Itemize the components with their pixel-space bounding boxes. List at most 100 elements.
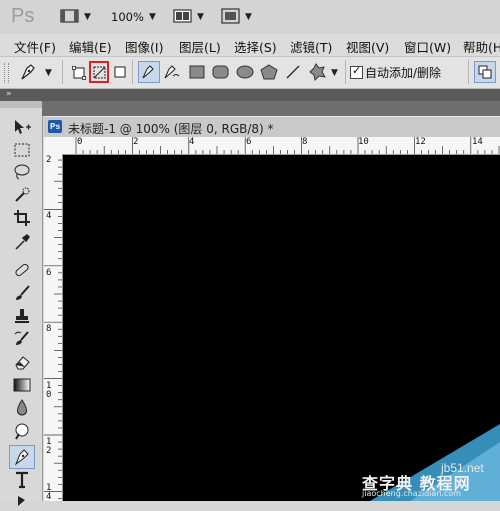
pen-mode-button[interactable] <box>138 61 160 83</box>
chevron-down-icon[interactable]: ▼ <box>149 12 156 22</box>
type-tool-icon <box>14 471 30 489</box>
pen-tool-icon <box>13 448 31 466</box>
path-selection-tool[interactable] <box>10 491 34 511</box>
chevron-down-icon[interactable]: ▼ <box>245 12 252 22</box>
ruler-label: 6 <box>246 137 252 147</box>
menu-help[interactable]: 帮助(H) <box>463 37 500 56</box>
dodge-tool[interactable] <box>10 421 34 441</box>
dodge-tool-icon <box>13 422 31 440</box>
crop-tool-icon <box>13 209 31 227</box>
ruler-label: 1 2 <box>46 437 52 456</box>
history-brush-icon <box>13 330 31 348</box>
auto-add-delete-checkbox[interactable]: ✓ <box>350 64 363 79</box>
history-brush-tool[interactable] <box>10 329 34 349</box>
chevron-down-icon[interactable]: ▼ <box>197 12 204 22</box>
chevron-down-icon[interactable]: ▼ <box>45 68 52 78</box>
toolbox-header[interactable] <box>0 101 42 108</box>
ruler-label: 10 <box>358 137 369 147</box>
chevron-down-icon[interactable]: ▼ <box>331 68 338 78</box>
clone-stamp-tool[interactable] <box>10 306 34 326</box>
chevron-down-icon[interactable]: ▼ <box>84 12 91 22</box>
eraser-tool-icon <box>13 353 31 371</box>
arrange-documents-icon <box>173 8 193 24</box>
shape-layers-icon <box>71 65 87 81</box>
quick-selection-tool-icon <box>13 186 31 204</box>
tool-options-bar: ▼ ▼ ✓ 自动添加/删除 <box>0 57 500 89</box>
paths-icon <box>92 65 107 80</box>
gradient-tool[interactable] <box>10 375 34 395</box>
polygon-shape-button[interactable] <box>260 64 278 80</box>
freeform-pen-icon <box>163 64 181 80</box>
arrange-documents-button[interactable] <box>173 8 193 24</box>
eyedropper-tool-icon <box>13 233 31 251</box>
ruler-label: 4 <box>46 211 52 221</box>
menu-layer[interactable]: 图层(L) <box>179 37 221 56</box>
spot-healing-brush-icon <box>13 261 31 279</box>
ruler-label: 4 <box>189 137 195 147</box>
freeform-pen-button[interactable] <box>163 64 181 80</box>
checkmark-icon: ✓ <box>352 64 362 77</box>
quick-selection-tool[interactable] <box>10 185 34 205</box>
spot-healing-brush-tool[interactable] <box>10 260 34 280</box>
options-grip[interactable] <box>4 63 9 83</box>
ellipse-icon <box>236 65 254 79</box>
ruler-label: 2 <box>46 155 52 165</box>
rectangle-icon <box>189 65 205 79</box>
crop-tool[interactable] <box>10 208 34 228</box>
fill-pixels-button[interactable] <box>113 65 127 79</box>
eraser-tool[interactable] <box>10 352 34 372</box>
rounded-rectangle-shape-button[interactable] <box>212 65 229 79</box>
ruler-label: 14 <box>472 137 483 147</box>
menu-bar: 文件(F) 编辑(E) 图像(I) 图层(L) 选择(S) 滤镜(T) 视图(V… <box>0 34 500 57</box>
auto-add-delete-label: 自动添加/删除 <box>365 66 442 80</box>
fill-pixels-icon <box>113 65 127 79</box>
document-mode-button[interactable] <box>60 8 80 24</box>
menu-select[interactable]: 选择(S) <box>234 37 277 56</box>
vertical-ruler[interactable]: 2 4 6 8 1 0 1 2 1 4 <box>44 154 63 501</box>
ruler-label: 12 <box>415 137 426 147</box>
tool-preset-picker[interactable] <box>18 62 40 82</box>
pen-tool[interactable] <box>9 445 35 469</box>
ruler-label: 0 <box>77 137 83 147</box>
move-tool[interactable] <box>10 117 34 137</box>
brush-tool[interactable] <box>10 283 34 303</box>
document-mode-icon <box>60 8 80 24</box>
double-chevron-icon[interactable]: » <box>6 89 12 99</box>
custom-shape-button[interactable] <box>307 63 327 81</box>
marquee-tool[interactable] <box>10 140 34 160</box>
shape-layers-button[interactable] <box>71 65 87 81</box>
move-tool-icon <box>12 118 32 136</box>
app-logo: Ps <box>11 5 35 27</box>
menu-file[interactable]: 文件(F) <box>14 37 56 56</box>
zoom-level[interactable]: 100% <box>111 10 144 24</box>
photoshop-document-icon: Ps <box>48 120 62 133</box>
menu-filter[interactable]: 滤镜(T) <box>290 37 332 56</box>
rounded-rectangle-icon <box>212 65 229 79</box>
type-tool[interactable] <box>10 470 34 490</box>
document-tab[interactable]: Ps 未标题-1 @ 100% (图层 0, RGB/8) * <box>44 116 500 138</box>
panel-dock-strip: » <box>0 89 500 101</box>
ellipse-shape-button[interactable] <box>236 65 254 79</box>
menu-window[interactable]: 窗口(W) <box>404 37 451 56</box>
polygon-icon <box>260 64 278 80</box>
paths-button[interactable] <box>89 61 109 83</box>
menu-image[interactable]: 图像(I) <box>125 37 163 56</box>
blur-tool[interactable] <box>10 398 34 418</box>
ruler-label: 2 <box>133 137 139 147</box>
lasso-tool[interactable] <box>10 162 34 182</box>
rectangle-shape-button[interactable] <box>189 65 205 79</box>
ruler-origin[interactable] <box>44 137 63 155</box>
eyedropper-tool[interactable] <box>10 232 34 252</box>
screen-mode-button[interactable] <box>221 8 241 24</box>
line-shape-button[interactable] <box>285 64 301 80</box>
horizontal-ruler[interactable]: 0 2 4 6 8 10 12 14 <box>62 137 500 155</box>
menu-edit[interactable]: 编辑(E) <box>69 37 112 56</box>
path-combine-button[interactable] <box>474 61 496 83</box>
custom-shape-icon <box>307 63 327 81</box>
menu-view[interactable]: 视图(V) <box>346 37 389 56</box>
horizontal-ruler-ticks <box>75 137 500 154</box>
options-separator <box>468 60 469 84</box>
ruler-label: 1 0 <box>46 381 52 400</box>
pen-icon <box>141 64 157 80</box>
lasso-tool-icon <box>13 163 31 181</box>
